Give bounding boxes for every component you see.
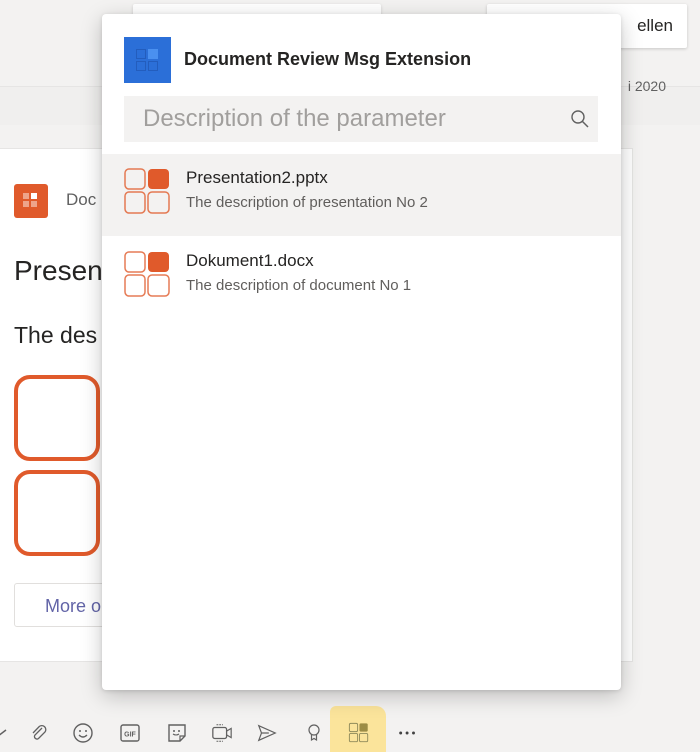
card-app-name: Doc — [66, 190, 97, 209]
extension-logo-icon — [124, 37, 171, 83]
search-result-item[interactable]: Presentation2.pptx The description of pr… — [102, 154, 621, 236]
document-review-extension-icon[interactable] — [348, 722, 370, 744]
extension-title: Document Review Msg Extension — [184, 49, 472, 69]
date-label: i 2020 — [627, 78, 666, 94]
search-input[interactable] — [124, 96, 573, 142]
card-image-tile — [14, 375, 100, 461]
card-image-tile — [14, 470, 100, 556]
result-name: Presentation2.pptx — [186, 168, 328, 187]
messaging-extension-popup: Document Review Msg Extension Presentati… — [102, 14, 621, 690]
attach-icon[interactable] — [28, 722, 50, 744]
card-description: The des — [14, 322, 98, 348]
gif-icon[interactable]: GIF — [119, 722, 141, 744]
search-box — [124, 96, 598, 142]
result-description: The description of presentation No 2 — [186, 194, 428, 211]
document-file-icon — [124, 251, 170, 297]
app-icon — [14, 184, 48, 218]
format-icon[interactable] — [0, 722, 14, 744]
svg-text:GIF: GIF — [124, 732, 136, 739]
praise-icon[interactable] — [303, 722, 325, 744]
send-icon[interactable] — [256, 722, 278, 744]
more-options-icon[interactable] — [397, 722, 419, 744]
search-result-item[interactable]: Dokument1.docx The description of docume… — [102, 237, 621, 319]
header-action-label: ellen — [637, 16, 673, 35]
more-button-label: More o — [45, 596, 102, 616]
card-title: Presen — [14, 255, 103, 286]
search-icon[interactable] — [570, 109, 590, 129]
result-name: Dokument1.docx — [186, 251, 314, 270]
document-file-icon — [124, 168, 170, 214]
meet-now-icon[interactable] — [211, 722, 233, 744]
sticker-icon[interactable] — [166, 722, 188, 744]
emoji-icon[interactable] — [72, 722, 94, 744]
result-description: The description of document No 1 — [186, 277, 412, 294]
